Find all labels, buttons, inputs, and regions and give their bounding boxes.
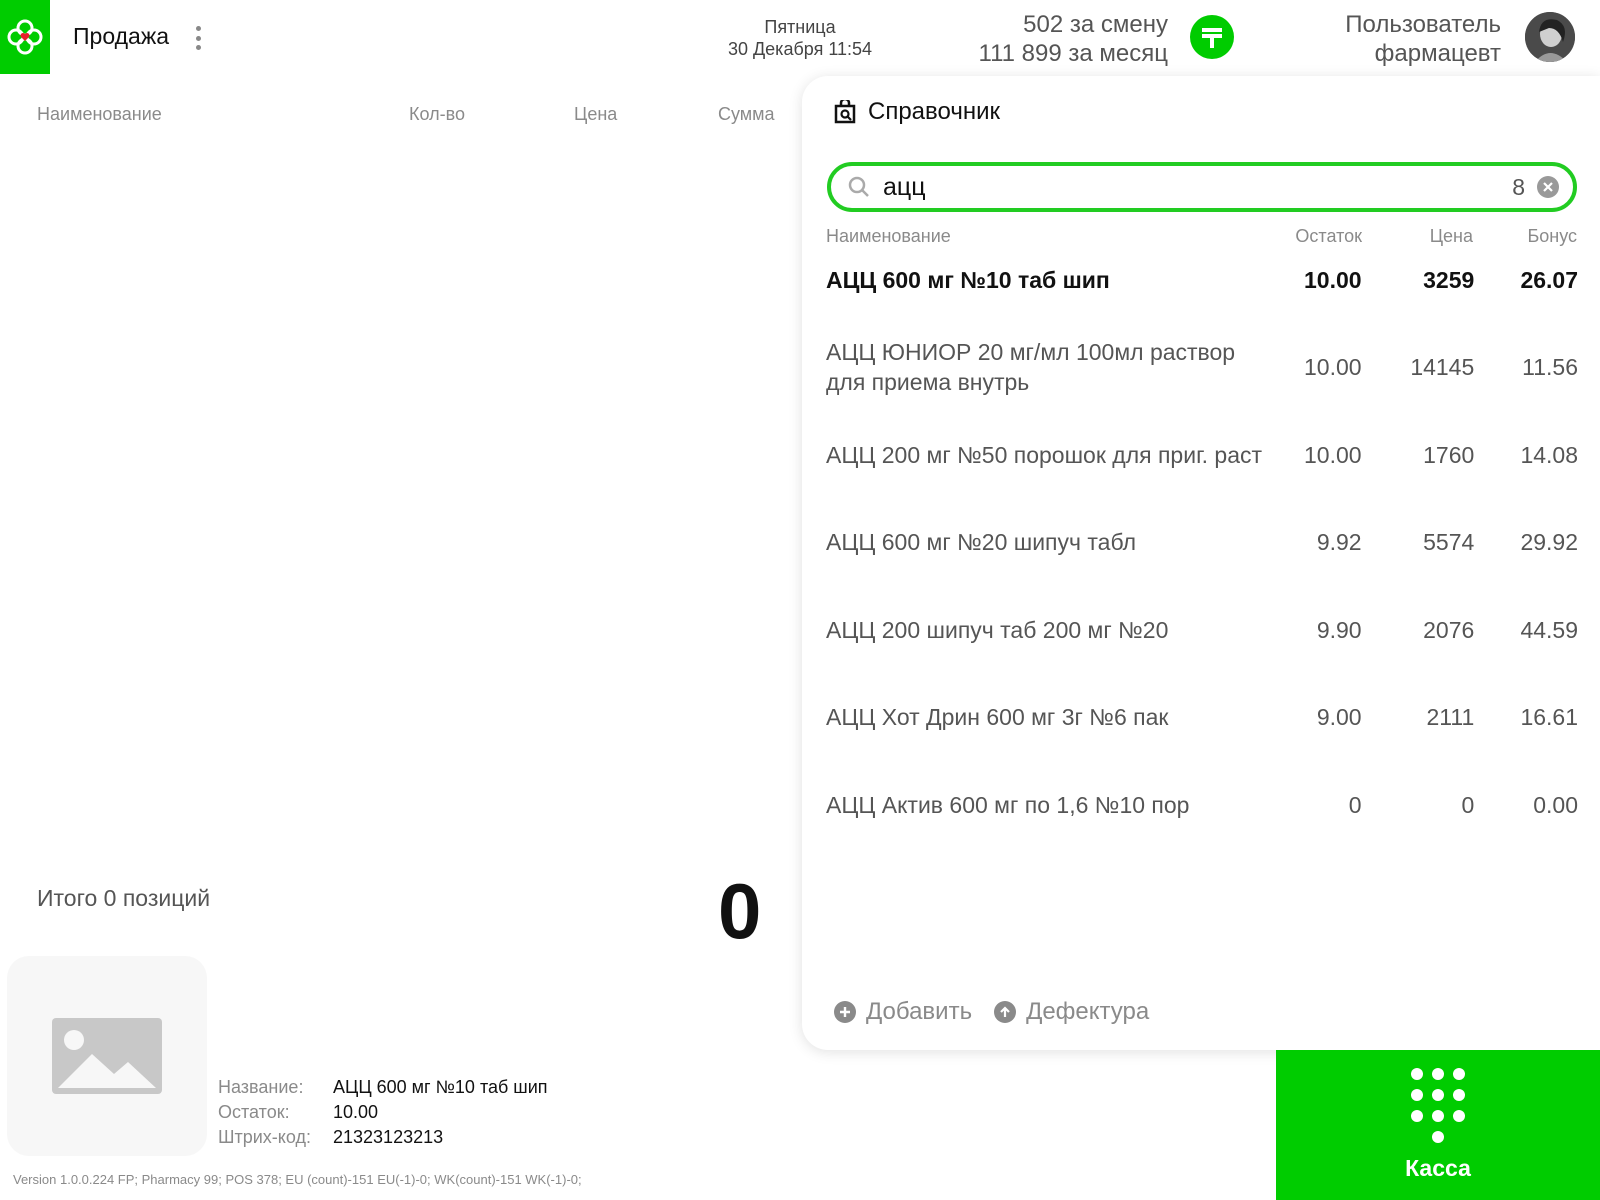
keypad-icon (1411, 1068, 1465, 1143)
table-row[interactable]: АЦЦ 600 мг №10 таб шип 10.00 3259 26.07 (826, 236, 1578, 324)
row-bonus: 0.00 (1533, 791, 1578, 818)
col-header-sum: Сумма (718, 104, 775, 124)
version-info: Version 1.0.0.224 FP; Pharmacy 99; POS 3… (13, 1172, 582, 1187)
kebab-menu-icon[interactable] (194, 26, 202, 50)
kassa-label: Касса (1405, 1155, 1471, 1181)
row-price: 14145 (1410, 353, 1475, 380)
barcode-label: Штрих-код: (218, 1127, 311, 1147)
app-logo[interactable] (0, 0, 50, 74)
arrow-up-circle-icon (994, 1001, 1017, 1023)
row-stock: 10.00 (1304, 266, 1362, 293)
row-price: 3259 (1423, 266, 1475, 293)
row-name: АЦЦ Хот Дрин 600 мг 3г №6 пак (826, 704, 1169, 730)
row-stock: 10.00 (1304, 353, 1362, 380)
row-stock: 9.00 (1316, 703, 1362, 730)
row-name: АЦЦ 600 мг №10 таб шип (826, 267, 1110, 293)
row-bonus: 29.92 (1520, 528, 1578, 555)
row-name: АЦЦ 200 мг №50 порошок для приг. раст (826, 442, 1263, 468)
table-row[interactable]: АЦЦ ЮНИОР 20 мг/мл 100мл раствор для при… (826, 323, 1578, 411)
avatar[interactable] (1525, 12, 1575, 62)
add-label: Добавить (866, 998, 973, 1025)
shift-stat: 502 за смену (1023, 11, 1168, 38)
defect-button[interactable]: Дефектура (994, 998, 1149, 1026)
row-stock: 9.90 (1316, 616, 1362, 643)
name-value: АЦЦ 600 мг №10 таб шип (333, 1077, 548, 1097)
row-bonus: 14.08 (1520, 441, 1578, 468)
row-bonus: 11.56 (1522, 353, 1578, 380)
page-title: Продажа (73, 23, 169, 49)
col-header-qty: Кол-во (409, 104, 465, 124)
plus-circle-icon (834, 1001, 856, 1023)
datetime: Пятница 30 Декабря 11:54 (700, 16, 900, 60)
row-stock: 0 (1348, 791, 1362, 818)
col-header-name: Наименование (37, 104, 162, 124)
row-price: 0 (1461, 791, 1475, 818)
user-role: фармацевт (1374, 40, 1501, 67)
table-row[interactable]: АЦЦ 200 мг №50 порошок для приг. раст 10… (826, 411, 1578, 499)
add-button[interactable]: Добавить (834, 998, 972, 1026)
row-bonus: 16.61 (1520, 703, 1578, 730)
kassa-button[interactable]: Касса (1276, 1050, 1600, 1200)
row-name: АЦЦ ЮНИОР 20 мг/мл 100мл раствор для при… (826, 339, 1236, 395)
name-label: Название: (218, 1077, 304, 1097)
stock-label: Остаток: (218, 1102, 290, 1122)
row-price: 2076 (1423, 616, 1475, 643)
reference-panel: Справочник 8 Наименование Остаток Цена Б… (802, 76, 1600, 1050)
coin-icon[interactable] (1190, 15, 1234, 59)
month-stat: 111 899 за месяц (978, 40, 1168, 67)
row-stock: 9.92 (1316, 528, 1362, 555)
row-name: АЦЦ 200 шипуч таб 200 мг №20 (826, 617, 1169, 643)
row-name: АЦЦ Актив 600 мг по 1,6 №10 пор (826, 792, 1190, 818)
defect-label: Дефектура (1026, 998, 1150, 1025)
clear-icon[interactable] (1537, 176, 1559, 198)
user-name: Пользователь (1345, 11, 1501, 38)
image-placeholder-icon (52, 1018, 162, 1094)
panel-actions: Добавить Дефектура (834, 998, 1149, 1026)
row-price: 5574 (1423, 528, 1475, 555)
panel-title: Справочник (834, 98, 1000, 126)
table-row[interactable]: АЦЦ 600 мг №20 шипуч табл 9.92 5574 29.9… (826, 498, 1578, 586)
product-image (7, 956, 207, 1156)
row-name: АЦЦ 600 мг №20 шипуч табл (826, 529, 1137, 555)
total-value: 0 (718, 867, 762, 955)
search-input[interactable] (883, 172, 1513, 202)
panel-title-label: Справочник (868, 98, 1000, 125)
table-row[interactable]: АЦЦ Хот Дрин 600 мг 3г №6 пак 9.00 2111 … (826, 673, 1578, 761)
day-label: Пятница (764, 17, 836, 37)
search-icon (848, 176, 869, 197)
search-box[interactable]: 8 (827, 162, 1577, 212)
barcode-value: 21323123213 (333, 1127, 444, 1147)
catalog-icon (834, 100, 856, 124)
row-price: 2111 (1426, 703, 1475, 730)
sales-stats: 502 за смену 111 899 за месяц (979, 10, 1168, 68)
table-row[interactable]: АЦЦ Актив 600 мг по 1,6 №10 пор 0 0 0.00 (826, 761, 1578, 849)
table-row[interactable]: АЦЦ 200 шипуч таб 200 мг №20 9.90 2076 4… (826, 586, 1578, 674)
stock-value: 10.00 (333, 1102, 379, 1122)
result-count: 8 (1512, 173, 1525, 200)
col-header-price: Цена (574, 104, 618, 124)
clover-logo-icon (7, 19, 43, 55)
row-bonus: 26.07 (1520, 266, 1578, 293)
row-price: 1760 (1423, 441, 1475, 468)
product-info: Название: АЦЦ 600 мг №10 таб шип Остаток:… (218, 1075, 548, 1150)
row-bonus: 44.59 (1520, 616, 1578, 643)
total-label: Итого 0 позиций (37, 885, 211, 911)
row-stock: 10.00 (1304, 441, 1362, 468)
date-time-label: 30 Декабря 11:54 (727, 39, 873, 59)
user-info[interactable]: Пользователь фармацевт (1345, 10, 1501, 68)
